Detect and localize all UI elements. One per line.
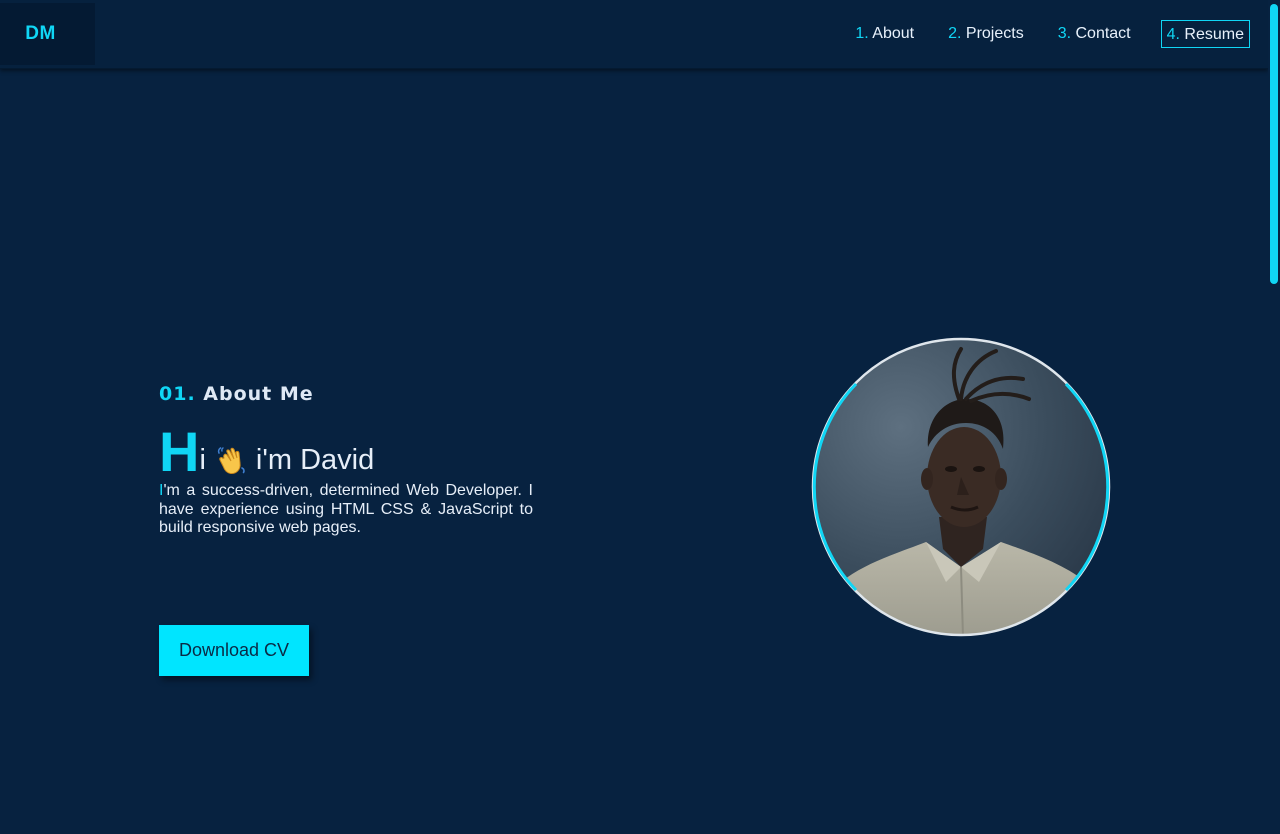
nav-link-projects[interactable]: 2. Projects bbox=[948, 20, 1024, 48]
greeting-text-a: i bbox=[199, 444, 206, 476]
section-heading: 01. About Me bbox=[159, 380, 539, 408]
greeting-initial: H bbox=[159, 420, 200, 483]
profile-photo bbox=[811, 337, 1111, 637]
nav-link-label: Contact bbox=[1075, 25, 1131, 42]
nav-link-label: Resume bbox=[1184, 26, 1244, 43]
nav-link-contact[interactable]: 3. Contact bbox=[1058, 20, 1131, 48]
bio-paragraph: I'm a success-driven, determined Web Dev… bbox=[159, 482, 533, 538]
scrollbar-track[interactable] bbox=[1268, 0, 1280, 834]
bio-text: 'm a success-driven, determined Web Deve… bbox=[159, 482, 533, 536]
nav-link-number: 2. bbox=[948, 25, 962, 42]
waving-hand-icon bbox=[217, 447, 245, 475]
nav-link-label: About bbox=[872, 25, 915, 42]
about-section: 01. About Me H i i'm David I'm a success… bbox=[159, 380, 539, 554]
download-cv-button[interactable]: Download CV bbox=[159, 625, 309, 676]
greeting-text-b: i'm David bbox=[255, 444, 375, 476]
nav-link-number: 4. bbox=[1166, 26, 1180, 43]
nav-link-resume[interactable]: 4. Resume bbox=[1160, 20, 1250, 48]
navbar: DM 1. About 2. Projects 3. Contact 4. Re… bbox=[0, 0, 1268, 69]
nav-link-number: 3. bbox=[1057, 25, 1072, 42]
nav-link-label: Projects bbox=[965, 25, 1024, 42]
greeting-heading: H i i'm David bbox=[159, 420, 539, 483]
scrollbar-thumb[interactable] bbox=[1270, 4, 1278, 284]
avatar bbox=[811, 337, 1111, 637]
section-title: About Me bbox=[203, 383, 314, 405]
nav-links: 1. About 2. Projects 3. Contact 4. Resum… bbox=[821, 20, 1250, 48]
nav-link-about[interactable]: 1. About bbox=[855, 20, 914, 48]
nav-link-number: 1. bbox=[855, 25, 869, 42]
logo[interactable]: DM bbox=[0, 3, 95, 65]
section-number: 01. bbox=[159, 383, 196, 405]
